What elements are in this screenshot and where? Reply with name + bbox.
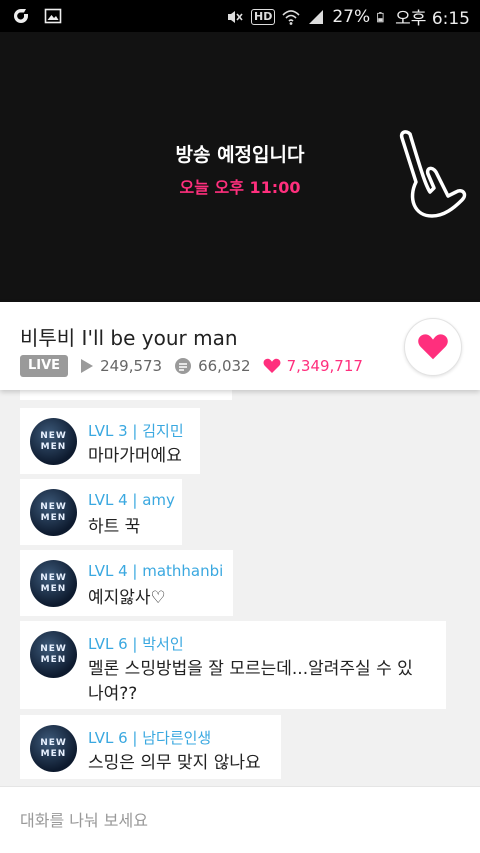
chat-list[interactable]: NEW MEN LVL 3 | 김지민 마마가머에요 NEW MEN LVL 4… bbox=[0, 390, 480, 786]
heart-count-value: 7,349,717 bbox=[286, 357, 363, 375]
status-bar: HD 27% 오후 6:15 bbox=[0, 0, 480, 32]
battery-percent: 27% bbox=[332, 6, 371, 27]
like-heart-button[interactable] bbox=[404, 318, 462, 376]
chat-message-text: 예지앓사♡ bbox=[88, 588, 166, 608]
chat-user-meta[interactable]: LVL 4 | amy bbox=[88, 491, 175, 509]
chat-input[interactable] bbox=[0, 787, 480, 853]
heart-count: 7,349,717 bbox=[263, 357, 363, 375]
chat-user-meta[interactable]: LVL 4 | mathhanbi bbox=[88, 562, 223, 580]
chat-message: NEW MEN LVL 6 | 남다른인생 스밍은 의무 맞지 않나요 bbox=[20, 715, 281, 779]
comment-count-value: 66,032 bbox=[198, 357, 251, 375]
mute-icon bbox=[228, 10, 243, 23]
video-player[interactable]: 방송 예정입니다 오늘 오후 11:00 bbox=[0, 32, 480, 302]
chat-user-meta[interactable]: LVL 6 | 박서인 bbox=[88, 633, 184, 654]
comment-icon bbox=[175, 358, 192, 374]
heart-button-icon bbox=[418, 334, 448, 360]
live-badge: LIVE bbox=[20, 355, 69, 377]
chat-input-bar bbox=[0, 786, 480, 853]
chat-user-meta[interactable]: LVL 3 | 김지민 bbox=[88, 420, 184, 441]
comment-count: 66,032 bbox=[174, 357, 251, 375]
broadcast-info-card: 비투비 I'll be your man LIVE 249,573 66,032… bbox=[0, 302, 480, 390]
chat-message-text: 하트 꾹 bbox=[88, 517, 141, 537]
avatar: NEW MEN bbox=[30, 725, 77, 772]
chat-user-meta[interactable]: LVL 6 | 남다른인생 bbox=[88, 727, 211, 748]
avatar: NEW MEN bbox=[30, 560, 77, 607]
chat-message: NEW MEN LVL 4 | mathhanbi 예지앓사♡ bbox=[20, 550, 233, 616]
chat-message-text: 스밍은 의무 맞지 않나요 bbox=[88, 753, 261, 773]
hd-badge: HD bbox=[251, 8, 276, 25]
clock: 오후 6:15 bbox=[395, 9, 470, 29]
chat-message: NEW MEN LVL 3 | 김지민 마마가머에요 bbox=[20, 408, 200, 474]
chat-message-text: 멜론 스밍방법을 잘 모르는데...알려주실 수 있나여?? bbox=[88, 659, 413, 704]
chat-message: NEW MEN LVL 6 | 박서인 멜론 스밍방법을 잘 모르는데...알려… bbox=[20, 621, 446, 709]
v-live-logo-icon bbox=[399, 130, 467, 218]
wifi-icon bbox=[282, 9, 300, 25]
play-count-value: 249,573 bbox=[100, 357, 163, 375]
play-icon bbox=[81, 359, 94, 373]
play-count: 249,573 bbox=[80, 357, 162, 375]
chat-message-partial bbox=[20, 390, 232, 400]
battery-icon bbox=[377, 11, 384, 22]
chat-message-text: 마마가머에요 bbox=[88, 446, 182, 466]
image-notification-icon bbox=[44, 8, 62, 24]
avatar: NEW MEN bbox=[30, 631, 77, 678]
heart-icon bbox=[263, 358, 281, 373]
avatar: NEW MEN bbox=[30, 418, 77, 465]
signal-icon bbox=[309, 9, 324, 24]
stats-row: LIVE 249,573 66,032 7,349,717 bbox=[20, 355, 363, 377]
app-notification-icon bbox=[14, 9, 28, 23]
avatar: NEW MEN bbox=[30, 489, 77, 536]
broadcast-title: 비투비 I'll be your man bbox=[20, 326, 238, 350]
chat-message: NEW MEN LVL 4 | amy 하트 꾹 bbox=[20, 479, 182, 545]
